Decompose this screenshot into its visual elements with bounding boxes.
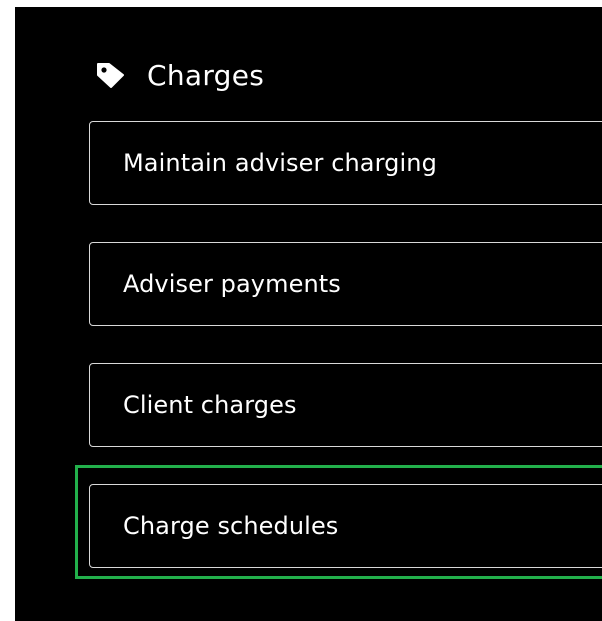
menu-item-maintain-adviser-charging[interactable]: Maintain adviser charging <box>89 121 602 205</box>
charges-panel: Charges Maintain adviser charging Advise… <box>15 7 602 621</box>
tag-icon <box>95 62 125 88</box>
section-header: Charges <box>95 55 264 95</box>
menu-item-label: Client charges <box>123 391 297 419</box>
menu-item-label: Adviser payments <box>123 270 341 298</box>
menu-item-label: Charge schedules <box>123 512 339 540</box>
menu-item-label: Maintain adviser charging <box>123 149 437 177</box>
menu-item-client-charges[interactable]: Client charges <box>89 363 602 447</box>
menu-item-adviser-payments[interactable]: Adviser payments <box>89 242 602 326</box>
menu-item-charge-schedules[interactable]: Charge schedules <box>89 484 602 568</box>
section-title: Charges <box>147 58 265 92</box>
